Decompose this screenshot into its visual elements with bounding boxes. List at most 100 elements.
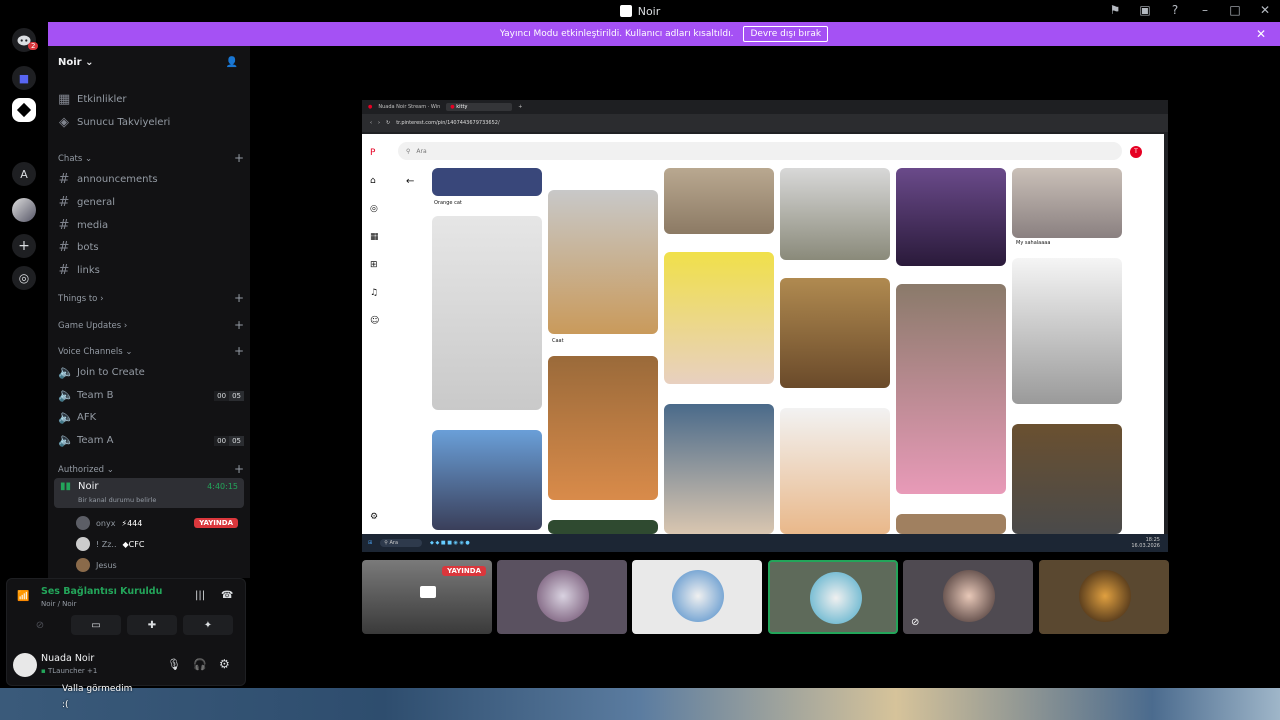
add-channel-icon[interactable]: + (234, 345, 244, 357)
pin-image[interactable] (1012, 258, 1122, 404)
voice-team-b[interactable]: 🔈 Team B 00 05 (58, 388, 244, 403)
pin-image[interactable] (548, 190, 658, 334)
channel-links[interactable]: # links (58, 263, 244, 278)
browser-tab-active[interactable]: ● kitty (446, 103, 513, 111)
flag-icon[interactable]: ⚑ (1108, 3, 1122, 17)
home-icon[interactable]: ⌂ (370, 176, 384, 186)
help-icon[interactable]: ? (1168, 3, 1182, 17)
forward-arrow-icon[interactable]: › (378, 120, 380, 126)
category-authorized[interactable]: Authorized ⌄ + (58, 463, 244, 475)
notifications-icon[interactable]: ♫ (370, 288, 384, 298)
pin-image[interactable] (780, 278, 890, 388)
stream-tile[interactable]: YAYINDA (362, 560, 492, 634)
pinterest-logo-icon[interactable]: P (370, 148, 384, 158)
vc-user[interactable]: onyx ⚡444 YAYINDA (76, 516, 238, 530)
participant-tile[interactable] (1039, 560, 1169, 634)
pin-image[interactable] (664, 168, 774, 234)
pinterest-avatar[interactable]: T (1130, 146, 1142, 158)
settings-gear-icon[interactable]: ⚙ (219, 657, 230, 671)
boosts-item[interactable]: ◈ Sunucu Takviyeleri (58, 115, 244, 130)
participant-tile-speaking[interactable] (768, 560, 898, 634)
noise-suppression-icon[interactable]: ||| (195, 590, 205, 601)
browser-tab[interactable]: Nuada Noir Stream · Win (378, 104, 440, 110)
pin-image[interactable] (780, 168, 890, 260)
channel-bots[interactable]: # bots (58, 240, 244, 255)
close-window-icon[interactable]: ✕ (1258, 3, 1272, 17)
inbox-icon[interactable]: ▣ (1138, 3, 1152, 17)
participant-tile[interactable] (632, 560, 762, 634)
channel-general[interactable]: # general (58, 195, 244, 210)
add-member-icon[interactable]: 👤 (226, 57, 238, 68)
pin-image[interactable] (432, 430, 542, 530)
category-things[interactable]: Things to › + (58, 292, 244, 304)
category-chats[interactable]: Chats ⌄ + (58, 152, 244, 164)
add-channel-icon[interactable]: + (234, 292, 244, 304)
windows-start-icon[interactable]: ⊞ (368, 540, 372, 546)
vc-user[interactable]: Jesus (76, 558, 117, 572)
channel-announcements[interactable]: # announcements (58, 172, 244, 187)
voice-afk[interactable]: 🔈 AFK (58, 410, 244, 425)
back-arrow-icon[interactable]: ‹ (370, 120, 372, 126)
pin-image[interactable] (896, 168, 1006, 266)
participant-tile[interactable]: ⊘ (903, 560, 1033, 634)
channel-status-prompt[interactable]: Bir kanal durumu belirle (78, 496, 156, 504)
pinterest-search[interactable]: ⚲ Ara (398, 142, 1122, 160)
pin-image[interactable] (548, 520, 658, 534)
add-server-icon[interactable]: + (12, 234, 36, 258)
pin-image[interactable] (432, 168, 542, 196)
messages-icon[interactable]: ☺ (370, 316, 384, 326)
pin-image[interactable] (548, 356, 658, 500)
pin-image[interactable] (780, 408, 890, 534)
disconnect-icon[interactable]: ☎ (221, 590, 233, 601)
maximize-icon[interactable]: □ (1228, 3, 1242, 17)
add-channel-icon[interactable]: + (234, 319, 244, 331)
avatar[interactable] (13, 653, 37, 677)
server-a[interactable]: A (12, 162, 36, 186)
pin-image[interactable] (1012, 168, 1122, 238)
soundboard-icon[interactable]: ✦ (183, 615, 233, 635)
create-icon[interactable]: ⊞ (370, 260, 384, 270)
pin-image[interactable] (1012, 424, 1122, 534)
voice-team-a[interactable]: 🔈 Team A 00 05 (58, 433, 244, 448)
discover-icon[interactable]: ◎ (12, 266, 36, 290)
camera-off-icon[interactable]: ⊘ (15, 615, 65, 635)
explore-icon[interactable]: ◎ (370, 204, 384, 214)
voice-status[interactable]: Ses Bağlantısı Kuruldu (41, 586, 162, 597)
server-group-icon[interactable] (12, 198, 36, 222)
server-header[interactable]: Noir ⌄ 👤 (48, 46, 250, 78)
settings-icon[interactable]: ⚙ (370, 512, 378, 522)
pin-image[interactable] (896, 284, 1006, 494)
taskbar-apps-icon[interactable]: ◆ ◆ ■ ■ ◉ ◉ ● (430, 540, 470, 546)
folder-icon[interactable]: ■ (12, 66, 36, 90)
headphones-icon[interactable]: 🎧 (193, 658, 207, 671)
voice-join-to-create[interactable]: 🔈 Join to Create (58, 365, 244, 380)
active-voice-channel[interactable]: ▮▮ Noir 4:40:15 Bir kanal durumu belirle (54, 478, 244, 508)
back-arrow-icon[interactable]: ← (406, 176, 414, 187)
server-noir-icon[interactable] (12, 98, 36, 122)
activities-icon[interactable]: ✚ (127, 615, 177, 635)
stream-view[interactable]: ● Nuada Noir Stream · Win ● kitty + ‹ › … (362, 100, 1168, 552)
taskbar-search[interactable]: ⚲ Ara (380, 539, 423, 547)
pin-image[interactable] (432, 216, 542, 410)
pin-image[interactable] (664, 252, 774, 384)
participant-tile[interactable] (497, 560, 627, 634)
add-channel-icon[interactable]: + (234, 463, 244, 475)
category-game-updates[interactable]: Game Updates › + (58, 319, 244, 331)
reload-icon[interactable]: ↻ (386, 120, 390, 126)
voice-channel-path[interactable]: Noir / Noir (41, 600, 77, 608)
minimize-icon[interactable]: – (1198, 3, 1212, 17)
category-voice[interactable]: Voice Channels ⌄ + (58, 345, 244, 357)
disable-streamer-mode-button[interactable]: Devre dışı bırak (743, 26, 829, 42)
url-text[interactable]: tr.pinterest.com/pin/1407443679733652/ (396, 120, 499, 126)
new-tab-icon[interactable]: + (518, 104, 522, 110)
channel-media[interactable]: # media (58, 218, 244, 233)
screen-share-icon[interactable]: ▭ (71, 615, 121, 635)
close-icon[interactable]: ✕ (1256, 27, 1266, 41)
events-item[interactable]: ▦ Etkinlikler (58, 92, 244, 107)
boards-icon[interactable]: ▦ (370, 232, 384, 242)
pin-image[interactable] (664, 404, 774, 534)
microphone-icon[interactable]: 🎙 (167, 658, 181, 671)
pin-image[interactable] (896, 514, 1006, 534)
add-channel-icon[interactable]: + (234, 152, 244, 164)
vc-user[interactable]: ! Zz.. ◆CFC (76, 537, 144, 551)
